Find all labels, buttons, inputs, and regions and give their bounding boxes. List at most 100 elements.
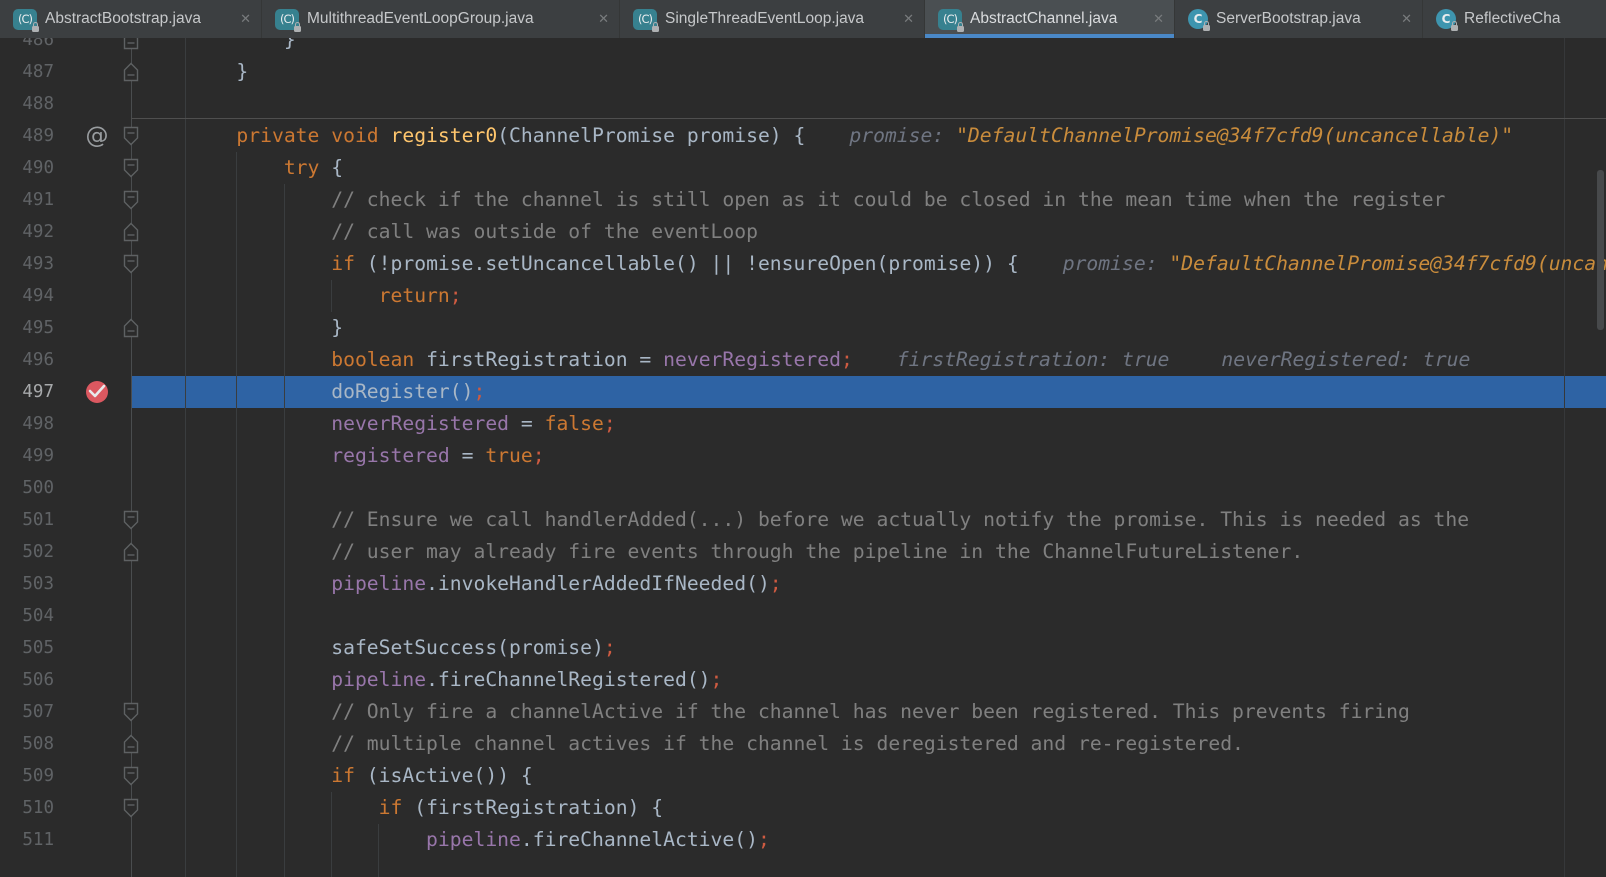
- code-line-489[interactable]: private void register0(ChannelPromise pr…: [0, 120, 1606, 152]
- code-token: (!promise.setUncancellable() || !ensureO…: [355, 252, 1019, 275]
- code-token: (ChannelPromise promise) {: [497, 124, 805, 147]
- debugger-inline-hint: firstRegistration: true: [897, 348, 1170, 371]
- debugger-inline-hint: neverRegistered: true: [1221, 348, 1470, 371]
- readonly-lock-icon: [294, 26, 301, 32]
- code-line-511[interactable]: pipeline.fireChannelActive();: [0, 824, 1606, 856]
- code-line-493[interactable]: if (!promise.setUncancellable() || !ensu…: [0, 248, 1606, 280]
- code-token: .invokeHandlerAddedIfNeeded(): [426, 572, 770, 595]
- fold-marker-down-icon[interactable]: [123, 158, 139, 178]
- decompiled-class-icon: (C): [633, 9, 657, 30]
- code-token: pipeline: [189, 572, 426, 595]
- code-token: true: [485, 444, 532, 467]
- fold-marker-down-icon[interactable]: [123, 798, 139, 818]
- code-line-508[interactable]: // multiple channel actives if the chann…: [0, 728, 1606, 760]
- code-line-507[interactable]: // Only fire a channelActive if the chan…: [0, 696, 1606, 728]
- code-line-487[interactable]: }: [0, 56, 1606, 88]
- scrollbar-thumb[interactable]: [1597, 170, 1604, 330]
- fold-marker-up-icon[interactable]: [123, 542, 139, 562]
- readonly-lock-icon: [1203, 25, 1210, 31]
- code-token: if: [189, 252, 355, 275]
- code-token: boolean: [189, 348, 414, 371]
- tab-close-icon[interactable]: ✕: [228, 11, 251, 27]
- tab-close-icon[interactable]: ✕: [1389, 11, 1412, 27]
- code-line-502[interactable]: // user may already fire events through …: [0, 536, 1606, 568]
- fold-marker-up-icon[interactable]: [123, 62, 139, 82]
- tab-serverbootstrap-java[interactable]: CServerBootstrap.java✕: [1175, 0, 1423, 38]
- code-token: safeSetSuccess(promise): [189, 636, 604, 659]
- code-line-498[interactable]: neverRegistered = false;: [0, 408, 1606, 440]
- fold-marker-down-icon[interactable]: [123, 190, 139, 210]
- code-line-504[interactable]: [0, 600, 1606, 632]
- tab-abstractchannel-java[interactable]: (C)AbstractChannel.java✕: [925, 0, 1175, 38]
- code-line-492[interactable]: // call was outside of the eventLoop: [0, 216, 1606, 248]
- code-line-488[interactable]: [0, 88, 1606, 120]
- fold-marker-down-icon[interactable]: [123, 702, 139, 722]
- fold-marker-down-icon[interactable]: [123, 766, 139, 786]
- code-line-503[interactable]: pipeline.invokeHandlerAddedIfNeeded();: [0, 568, 1606, 600]
- code-token: // call was outside of the eventLoop: [189, 220, 758, 243]
- code-token: // check if the channel is still open as…: [189, 188, 1445, 211]
- readonly-lock-icon: [652, 26, 659, 32]
- code-token: ;: [841, 348, 853, 371]
- code-line-497[interactable]: doRegister();: [0, 376, 1606, 408]
- code-line-494[interactable]: return;: [0, 280, 1606, 312]
- fold-marker-up-icon[interactable]: [123, 222, 139, 242]
- code-line-510[interactable]: if (firstRegistration) {: [0, 792, 1606, 824]
- tab-abstractbootstrap-java[interactable]: (C)AbstractBootstrap.java✕: [0, 0, 262, 38]
- code-token: neverRegistered: [189, 412, 509, 435]
- code-line-505[interactable]: safeSetSuccess(promise);: [0, 632, 1606, 664]
- code-token: ;: [770, 572, 782, 595]
- code-token: neverRegistered: [663, 348, 841, 371]
- code-line-491[interactable]: // check if the channel is still open as…: [0, 184, 1606, 216]
- code-token: // Only fire a channelActive if the chan…: [189, 700, 1410, 723]
- annotation-at-icon: @: [84, 120, 110, 152]
- code-token: // Ensure we call handlerAdded(...) befo…: [189, 508, 1469, 531]
- code-token: }: [189, 60, 248, 83]
- code-token: ;: [711, 668, 723, 691]
- debugger-inline-hint: promise: "DefaultChannelPromise@34f7cfd9…: [849, 124, 1513, 147]
- code-token: // user may already fire events through …: [189, 540, 1303, 563]
- tab-close-icon[interactable]: ✕: [891, 11, 914, 27]
- tab-label: ReflectiveCha: [1464, 10, 1561, 28]
- code-token: register0: [391, 124, 498, 147]
- hint-label: firstRegistration: true: [897, 348, 1170, 371]
- hint-value: "DefaultChannelPromise@34f7cfd9(uncancel…: [956, 124, 1513, 147]
- java-class-icon: C: [1436, 9, 1456, 29]
- code-line-500[interactable]: [0, 472, 1606, 504]
- tab-label: AbstractBootstrap.java: [45, 10, 201, 28]
- code-token: ;: [604, 636, 616, 659]
- code-token: pipeline: [189, 668, 426, 691]
- code-line-501[interactable]: // Ensure we call handlerAdded(...) befo…: [0, 504, 1606, 536]
- fold-marker-down-icon[interactable]: [123, 254, 139, 274]
- code-line-496[interactable]: boolean firstRegistration = neverRegiste…: [0, 344, 1606, 376]
- fold-marker-up-icon[interactable]: [123, 318, 139, 338]
- code-line-506[interactable]: pipeline.fireChannelRegistered();: [0, 664, 1606, 696]
- tab-close-icon[interactable]: ✕: [1141, 11, 1164, 27]
- code-line-490[interactable]: try {: [0, 152, 1606, 184]
- decompiled-class-icon: (C): [275, 9, 299, 30]
- tab-reflectivecha[interactable]: CReflectiveCha✕: [1423, 0, 1606, 38]
- code-token: {: [319, 156, 343, 179]
- code-token: (firstRegistration) {: [402, 796, 663, 819]
- editor-tab-bar: (C)AbstractBootstrap.java✕(C)Multithread…: [0, 0, 1606, 38]
- java-class-icon: C: [1188, 9, 1208, 29]
- tab-multithreadeventloopgroup-java[interactable]: (C)MultithreadEventLoopGroup.java✕: [262, 0, 620, 38]
- code-line-495[interactable]: }: [0, 312, 1606, 344]
- tab-label: SingleThreadEventLoop.java: [665, 10, 864, 28]
- code-editor[interactable]: 486 }487 }488489@ private void register0…: [0, 0, 1606, 877]
- fold-marker-down-icon[interactable]: [123, 126, 139, 146]
- code-token: ;: [473, 380, 485, 403]
- code-token: ;: [533, 444, 545, 467]
- breakpoint-verified-icon[interactable]: [86, 381, 108, 403]
- hint-value: "DefaultChannelPromise@34f7cfd9(uncancel…: [1169, 252, 1606, 275]
- code-token: firstRegistration =: [414, 348, 663, 371]
- code-token: .fireChannelActive(): [521, 828, 758, 851]
- tab-singlethreadeventloop-java[interactable]: (C) SingleThreadEventLoop.java ✕: [620, 0, 925, 38]
- tab-close-icon[interactable]: ✕: [586, 11, 609, 27]
- fold-marker-down-icon[interactable]: [123, 510, 139, 530]
- code-line-509[interactable]: if (isActive()) {: [0, 760, 1606, 792]
- code-line-499[interactable]: registered = true;: [0, 440, 1606, 472]
- readonly-lock-icon: [32, 26, 39, 32]
- code-token: doRegister(): [189, 380, 473, 403]
- fold-marker-up-icon[interactable]: [123, 734, 139, 754]
